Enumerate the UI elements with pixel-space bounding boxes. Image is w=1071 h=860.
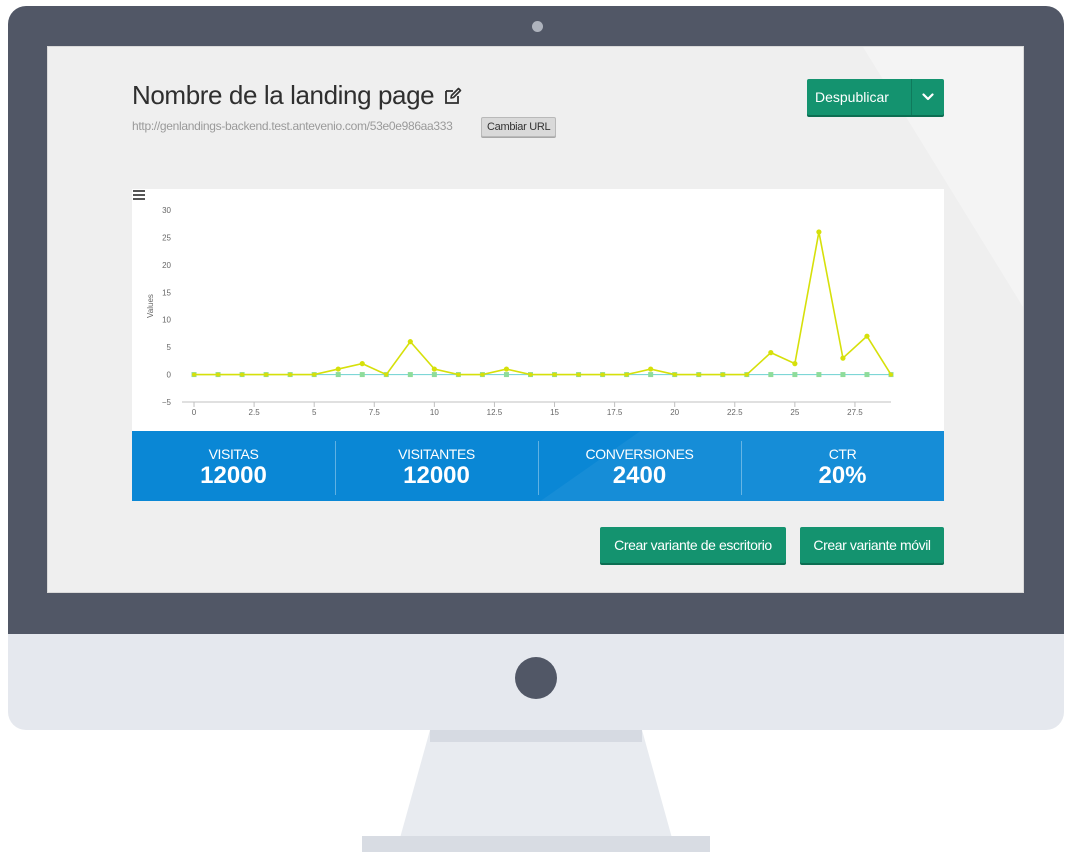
y-tick-label: 30 <box>162 206 171 215</box>
x-tick-label: 2.5 <box>249 408 261 417</box>
y-tick-label: 5 <box>167 343 172 352</box>
data-point <box>720 372 725 377</box>
data-point <box>431 366 437 372</box>
unpublish-split-button: Despublicar <box>807 79 944 115</box>
visits-chart: 30 25 20 15 10 5 0 −5 0 2.5 5 7.5 10 12.5 15 17.5 20 22.5… <box>132 189 944 431</box>
landing-url[interactable]: http://genlandings-backend.test.anteveni… <box>132 119 453 133</box>
monitor-stand-shadow <box>430 730 642 742</box>
chart-svg: 30 25 20 15 10 5 0 −5 0 2.5 5 7.5 10 12.5 15 17.5 20 22.5… <box>146 206 894 417</box>
create-mobile-variant-button[interactable]: Crear variante móvil <box>800 527 944 563</box>
create-desktop-variant-button[interactable]: Crear variante de escritorio <box>600 527 786 563</box>
stat-label: VISITANTES <box>398 446 475 462</box>
x-tick-label: 27.5 <box>847 408 863 417</box>
stat-label: CTR <box>828 446 857 462</box>
data-point <box>528 372 533 377</box>
monitor-stand <box>400 730 672 838</box>
x-tick-label: 12.5 <box>487 408 503 417</box>
data-point <box>384 372 389 377</box>
data-point <box>624 372 629 377</box>
data-point <box>648 366 654 372</box>
data-point <box>768 372 774 378</box>
data-point <box>359 372 365 378</box>
data-point <box>792 372 798 378</box>
x-tick-label: 7.5 <box>369 408 381 417</box>
stat-value: 2400 <box>612 462 667 489</box>
y-tick-label: 25 <box>162 233 171 242</box>
x-tick-label: 15 <box>550 408 559 417</box>
camera-icon <box>532 21 543 32</box>
y-tick-label: 15 <box>162 288 171 297</box>
unpublish-button[interactable]: Despublicar <box>807 79 911 115</box>
stat-visitors: VISITANTES 12000 <box>335 431 538 501</box>
x-tick-label: 5 <box>312 408 317 417</box>
data-point <box>503 372 509 378</box>
monitor-button <box>515 657 557 699</box>
y-tick-label: −5 <box>162 398 172 407</box>
data-point <box>503 366 510 372</box>
data-point <box>335 366 341 372</box>
menu-icon[interactable] <box>132 189 146 201</box>
data-point <box>600 372 605 377</box>
data-point <box>480 372 485 377</box>
data-point <box>359 361 365 367</box>
y-tick-label: 10 <box>162 316 171 325</box>
x-tick-label: 20 <box>670 408 679 417</box>
change-url-button[interactable]: Cambiar URL <box>481 117 557 137</box>
stat-label: CONVERSIONES <box>585 446 694 462</box>
data-point <box>552 372 557 377</box>
page-title: Nombre de la landing page <box>132 80 435 110</box>
data-point <box>672 372 677 377</box>
y-axis-title: Values <box>146 294 155 318</box>
y-tick-label: 20 <box>162 261 171 270</box>
y-tick-label: 0 <box>167 371 172 380</box>
x-tick-label: 22.5 <box>727 408 743 417</box>
data-point <box>696 372 701 377</box>
data-point <box>864 333 870 339</box>
data-point <box>288 372 293 377</box>
x-tick-label: 25 <box>790 408 799 417</box>
stat-value: 12000 <box>403 462 470 489</box>
data-point <box>840 372 846 378</box>
data-point <box>407 339 413 345</box>
stat-visits: VISITAS 12000 <box>132 431 335 501</box>
data-point <box>312 372 317 377</box>
stats-bar: VISITAS 12000 VISITANTES 12000 CONVERSIO… <box>132 431 944 501</box>
data-point <box>816 229 822 235</box>
monitor-stand-base <box>362 836 710 852</box>
data-point <box>456 372 461 377</box>
edit-icon[interactable] <box>444 87 462 105</box>
stat-value: 12000 <box>200 462 267 489</box>
stat-conversions: CONVERSIONES 2400 <box>538 431 741 501</box>
data-point <box>240 372 245 377</box>
x-tick-label: 0 <box>192 408 197 417</box>
data-point <box>192 372 197 377</box>
data-point <box>768 350 774 356</box>
chevron-down-icon <box>922 93 934 101</box>
data-point <box>648 372 654 378</box>
screen: Nombre de la landing page http://genland… <box>47 46 1024 593</box>
data-point <box>864 372 870 378</box>
stat-label: VISITAS <box>208 446 259 462</box>
stat-value: 20% <box>818 462 867 489</box>
data-point <box>216 372 221 377</box>
data-point <box>792 361 798 367</box>
data-point <box>840 355 846 361</box>
data-point <box>889 372 893 377</box>
unpublish-dropdown-toggle[interactable] <box>911 79 944 115</box>
series-line <box>194 231 892 376</box>
x-tick-label: 17.5 <box>607 408 623 417</box>
data-point <box>744 372 749 377</box>
data-point <box>816 372 822 378</box>
data-point <box>335 372 341 378</box>
x-tick-label: 10 <box>430 408 439 417</box>
data-point <box>576 372 581 377</box>
data-point <box>407 372 413 378</box>
stat-ctr: CTR 20% <box>741 431 944 501</box>
data-point <box>431 372 437 378</box>
data-point <box>264 372 269 377</box>
